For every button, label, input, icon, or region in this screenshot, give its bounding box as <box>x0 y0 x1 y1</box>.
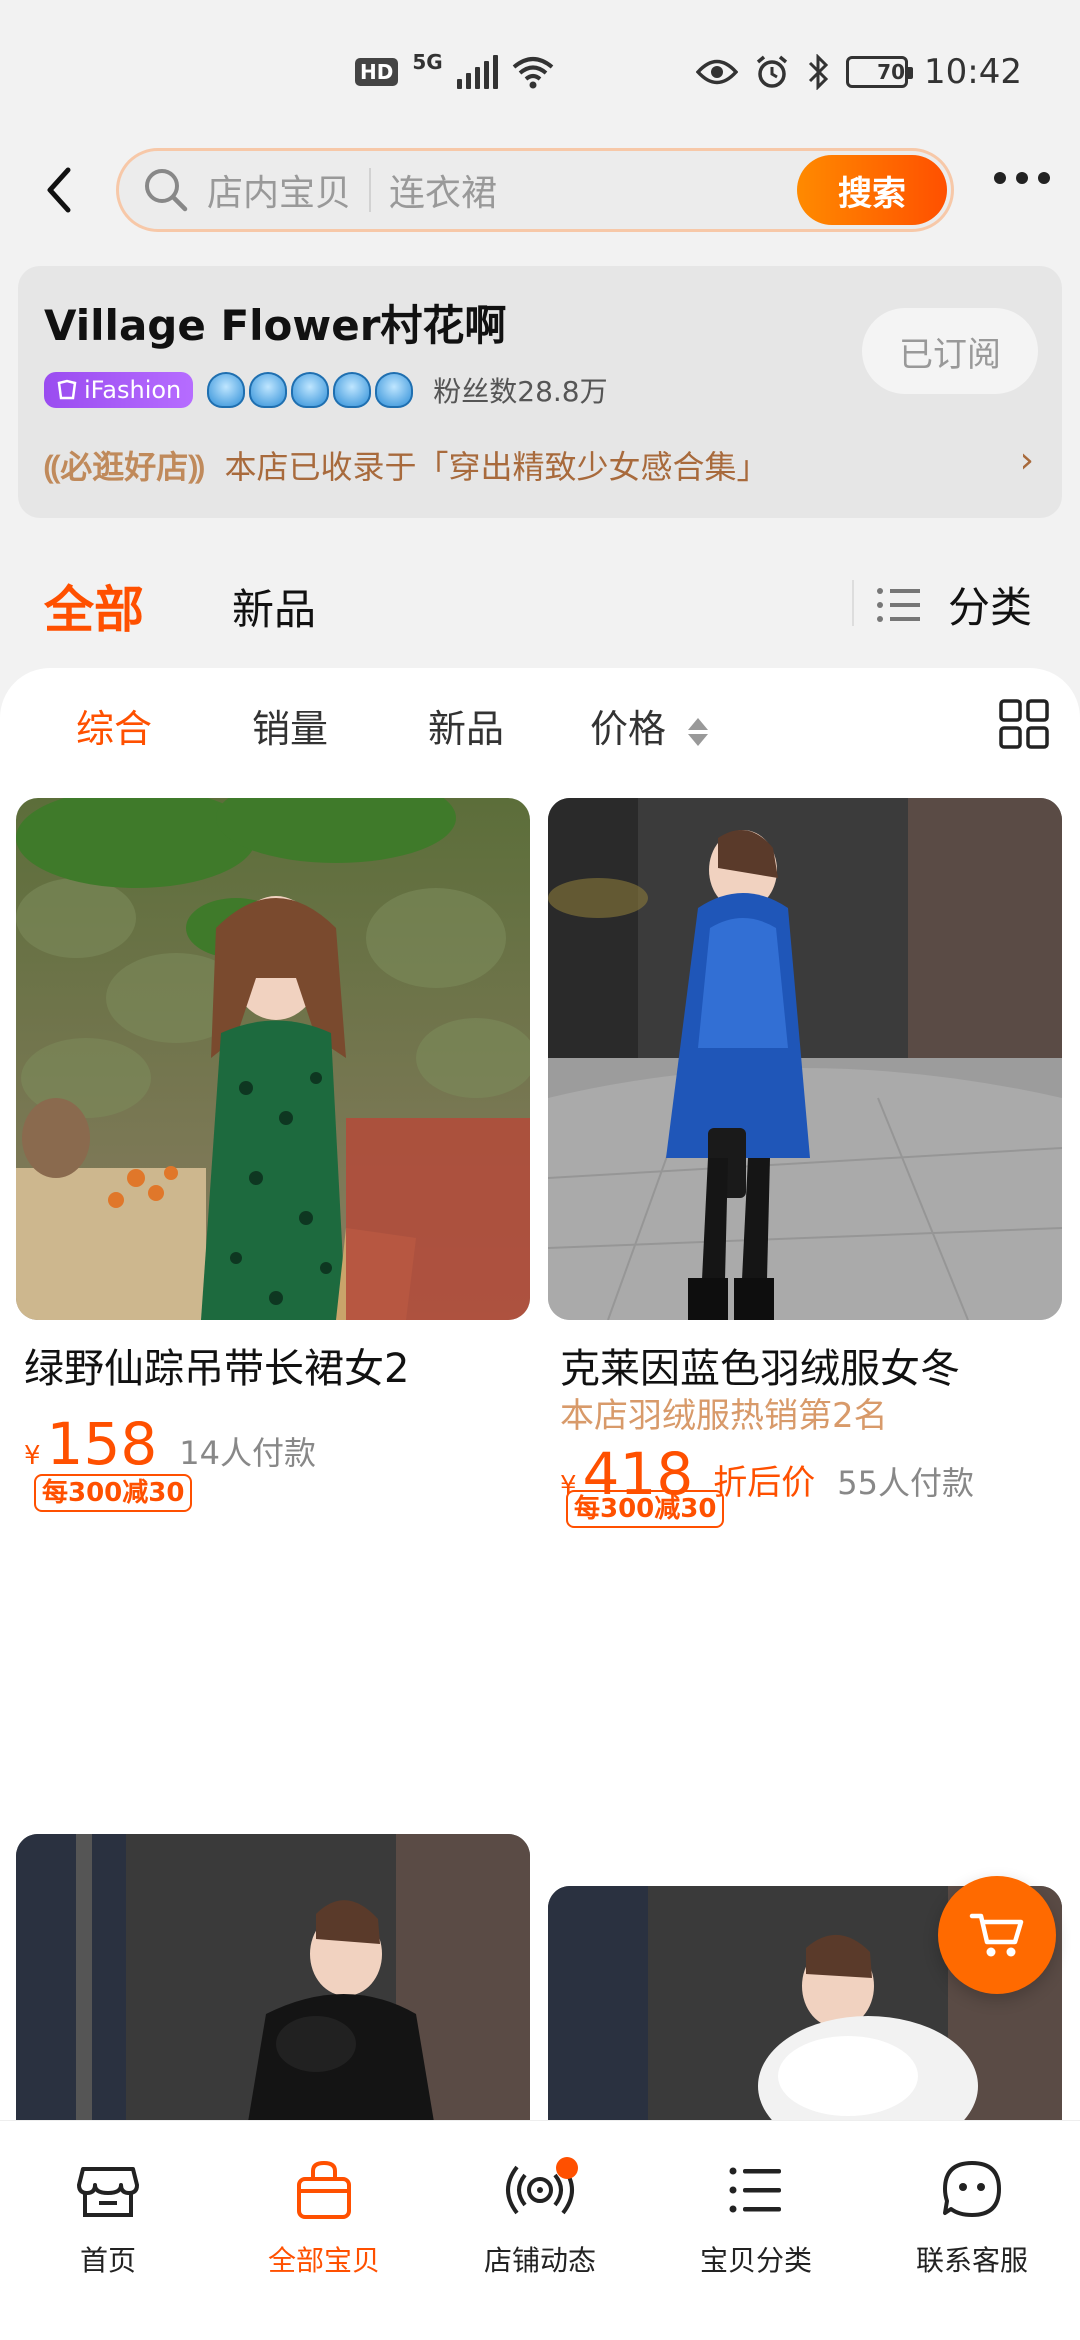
dot-icon <box>1016 172 1028 184</box>
nav-all-items[interactable]: 全部宝贝 <box>216 2155 432 2279</box>
crown-icon <box>375 372 414 408</box>
product-card[interactable] <box>16 1834 530 2120</box>
ifashion-logo-icon <box>57 379 77 400</box>
nav-label: 首页 <box>79 2244 136 2277</box>
battery-level: 70 <box>877 60 906 84</box>
laurel-left-icon: ⸨ <box>44 448 61 486</box>
more-options-button[interactable] <box>994 172 1050 184</box>
price-row: ¥ 158 14人付款 <box>24 1410 316 1478</box>
tab-category[interactable]: 分类 <box>876 574 1032 635</box>
clock: 10:42 <box>924 52 1022 92</box>
search-header: 店内宝贝 连衣裙 搜索 <box>0 140 1080 240</box>
cart-button[interactable] <box>938 1876 1056 1994</box>
crown-icon <box>333 372 372 408</box>
battery-indicator: 70 <box>846 56 914 88</box>
search-scope: 店内宝贝 <box>207 173 352 214</box>
subscribe-button[interactable]: 已订阅 <box>862 308 1038 394</box>
buyer-count: 14人付款 <box>179 1434 316 1472</box>
back-arrow-icon <box>47 167 71 213</box>
list-icon <box>877 587 920 622</box>
nav-label: 全部宝贝 <box>267 2244 380 2277</box>
crown-icon <box>291 372 330 408</box>
dot-icon <box>1038 172 1050 184</box>
sort-comprehensive[interactable]: 综合 <box>76 698 152 753</box>
nav-label: 联系客服 <box>915 2244 1028 2277</box>
sort-price[interactable]: 价格 <box>590 698 709 753</box>
nav-shop-feed[interactable]: 店铺动态 <box>432 2155 648 2279</box>
back-button[interactable] <box>38 160 88 220</box>
nav-label: 宝贝分类 <box>699 2244 812 2277</box>
grid-view-icon[interactable] <box>998 698 1050 750</box>
status-bar: HD 5G 70 10:42 <box>0 0 1080 150</box>
shop-rating-crowns <box>207 372 414 408</box>
sort-arrows-icon <box>688 717 709 746</box>
alarm-icon <box>756 55 788 88</box>
bottom-navigation: 首页 全部宝贝 店铺动态 宝贝分类 联系客服 <box>0 2120 1080 2340</box>
hd-badge: HD <box>355 58 399 86</box>
product-title: 克莱因蓝色羽绒服女冬 <box>560 1346 960 1392</box>
laurel-right-icon: ⸩ <box>188 448 205 486</box>
status-right: 70 10:42 <box>696 52 1022 92</box>
shop-tabs: 全部 新品 分类 <box>0 560 1080 660</box>
sort-bar: 综合 销量 新品 价格 <box>0 698 1080 768</box>
tab-all[interactable]: 全部 <box>44 570 144 642</box>
promo-tag-label: 必逛好店 <box>60 448 189 486</box>
sort-sales[interactable]: 销量 <box>252 698 328 753</box>
coupon-badge: 每300减30 <box>34 1474 193 1512</box>
promo-text: 本店已收录于「穿出精致少女感合集」 <box>224 448 769 486</box>
product-card[interactable]: 绿野仙踪吊带长裙女2 ¥ 158 14人付款 每300减30 <box>16 798 530 1512</box>
after-discount-label: 折后价 <box>713 1463 816 1503</box>
notification-dot <box>556 2157 578 2179</box>
wifi-icon <box>512 57 553 89</box>
ifashion-badge: iFashion <box>44 372 194 408</box>
nav-customer-service[interactable]: 联系客服 <box>864 2155 1080 2279</box>
network-type: 5G <box>412 50 443 74</box>
eye-icon <box>696 59 739 85</box>
product-image-black-down-jacket[interactable] <box>16 1834 530 2120</box>
dot-icon <box>994 172 1006 184</box>
coupon-badge: 每300减30 <box>566 1490 725 1528</box>
shop-name[interactable]: Village Flower村花啊 <box>44 292 506 353</box>
status-network: HD 5G <box>355 50 554 89</box>
currency-symbol: ¥ <box>24 1441 41 1471</box>
chat-face-icon <box>943 2161 1001 2217</box>
product-title: 绿野仙踪吊带长裙女2 <box>24 1346 410 1392</box>
cart-icon <box>969 1913 1024 1957</box>
chevron-right-icon: › <box>1019 440 1034 481</box>
nav-label: 店铺动态 <box>483 2244 596 2277</box>
shop-meta: iFashion 粉丝数28.8万 <box>44 370 608 410</box>
crown-icon <box>249 372 288 408</box>
crown-icon <box>207 372 246 408</box>
list-icon <box>729 2167 781 2213</box>
nav-categories[interactable]: 宝贝分类 <box>648 2155 864 2279</box>
signal-icon <box>456 55 498 89</box>
product-list-panel: 综合 销量 新品 价格 绿野仙踪吊带长裙女2 ¥ 158 14人付款 每300减… <box>0 668 1080 2120</box>
promo-tag: ⸨必逛好店⸩ <box>44 442 205 488</box>
search-divider <box>369 168 372 212</box>
product-ranking: 本店羽绒服热销第2名 <box>560 1396 888 1436</box>
tab-category-label: 分类 <box>948 583 1033 632</box>
fans-count: 粉丝数28.8万 <box>433 375 608 408</box>
tab-divider <box>852 580 854 626</box>
sort-price-label: 价格 <box>590 707 667 751</box>
product-price: 158 <box>46 1410 158 1478</box>
search-icon <box>145 169 188 212</box>
shopping-bag-icon <box>297 2160 351 2219</box>
product-card[interactable]: 克莱因蓝色羽绒服女冬 本店羽绒服热销第2名 ¥ 418 折后价 55人付款 每3… <box>548 798 1062 1528</box>
product-image-green-dress[interactable] <box>16 798 530 1320</box>
search-button[interactable]: 搜索 <box>797 155 947 225</box>
search-input[interactable]: 店内宝贝 连衣裙 搜索 <box>116 148 954 232</box>
tab-new[interactable]: 新品 <box>232 576 316 637</box>
nav-home[interactable]: 首页 <box>0 2155 216 2279</box>
shop-promo-banner[interactable]: ⸨必逛好店⸩ 本店已收录于「穿出精致少女感合集」 › <box>44 440 1034 488</box>
storefront-icon <box>77 2167 139 2217</box>
bluetooth-icon <box>808 54 829 90</box>
shop-info-card: Village Flower村花啊 iFashion 粉丝数28.8万 已订阅 … <box>18 266 1062 518</box>
sort-new[interactable]: 新品 <box>428 698 504 753</box>
ifashion-label: iFashion <box>84 376 182 404</box>
buyer-count: 55人付款 <box>837 1464 974 1502</box>
product-image-blue-down-jacket[interactable] <box>548 798 1062 1320</box>
search-query: 连衣裙 <box>389 173 498 214</box>
